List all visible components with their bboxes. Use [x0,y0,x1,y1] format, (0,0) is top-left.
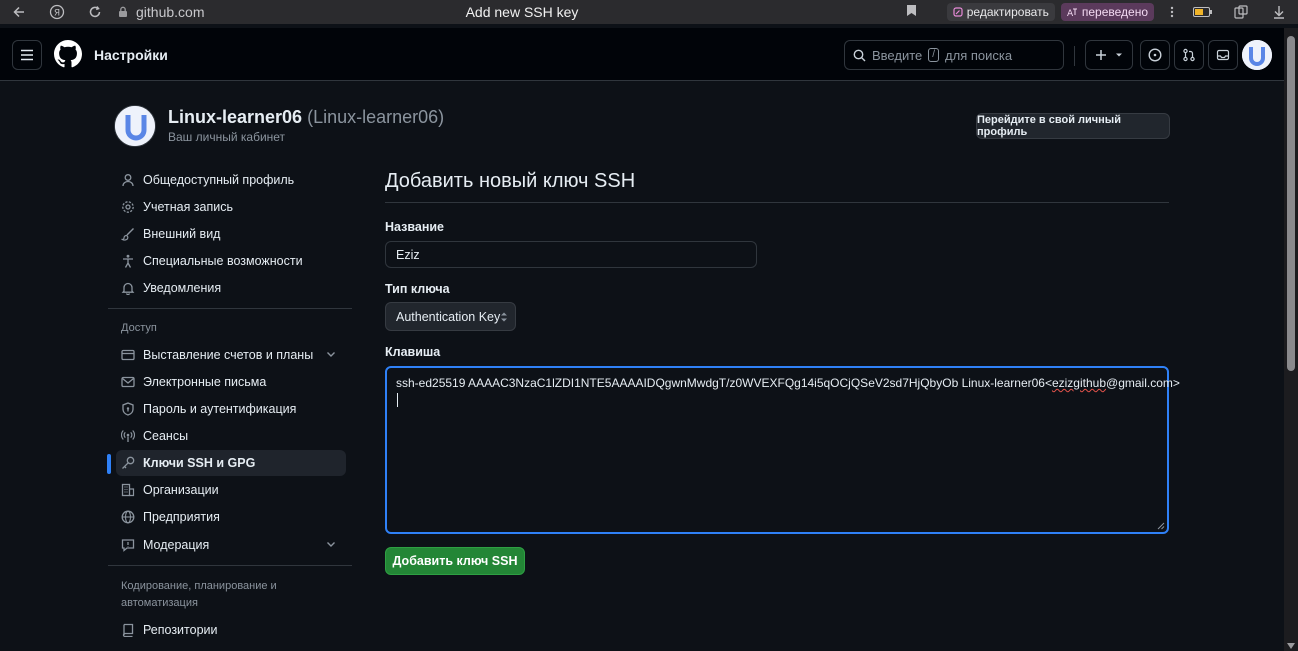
create-new-button[interactable] [1085,40,1133,70]
mail-icon [121,376,135,388]
sidebar-item-account[interactable]: Учетная запись [116,194,346,220]
search-shortcut-key: / [928,48,940,62]
sidebar-item-moderation[interactable]: Модерация [116,532,346,558]
user-avatar[interactable] [1242,40,1272,70]
extensions-icon[interactable] [1222,0,1260,24]
sidebar-item-ssh-gpg-keys[interactable]: Ключи SSH и GPG [116,450,346,476]
page-title: Добавить новый ключ SSH [385,170,636,192]
sidebar-item-password-auth[interactable]: Пароль и аутентификация [116,396,346,422]
url-text: github.com [136,4,205,20]
reload-icon[interactable] [76,0,114,24]
header-divider [1074,46,1075,66]
download-icon[interactable] [1260,0,1298,24]
lock-icon [119,6,127,17]
key-icon [122,456,135,469]
key-type-select[interactable]: Authentication Key [385,302,516,331]
add-ssh-key-button[interactable]: Добавить ключ SSH [385,547,525,575]
git-pull-request-icon [1183,48,1195,62]
sidebar-item-enterprises[interactable]: Предприятия [116,504,346,530]
sidebar-item-accessibility[interactable]: Специальные возможности [116,248,346,274]
sidebar-item-emails[interactable]: Электронные письма [116,369,346,395]
edit-translation-button[interactable]: редактировать [946,3,1055,21]
profile-login: (Linux-learner06) [307,107,445,127]
key-title-input[interactable] [385,241,757,268]
sidebar-divider [108,565,352,566]
sidebar-divider [108,308,352,309]
sidebar-heading-access: Доступ [121,322,157,334]
sidebar-heading-code-automation: Кодирование, планирование и автоматизаци… [121,580,277,609]
scrollbar-thumb[interactable] [1287,36,1295,371]
text-cursor [397,393,398,407]
profile-name[interactable]: Linux-learner06 (Linux-learner06) [168,107,444,128]
key-type-selected-value: Authentication Key [396,309,501,324]
credit-card-icon [121,349,135,361]
inbox-icon [1216,49,1230,61]
sidebar-item-repositories[interactable]: Репозитории [116,617,346,643]
profile-display-name: Linux-learner06 [168,107,303,127]
search-placeholder-suffix: для поиска [945,47,1013,63]
gear-icon [122,201,134,213]
translated-button[interactable]: A переведено [1060,3,1154,21]
sidebar-item-appearance[interactable]: Внешний вид [116,221,346,247]
scroll-down-arrow-icon[interactable] [1287,642,1295,650]
sidebar-item-organizations[interactable]: Организации [116,477,346,503]
organization-icon [121,483,135,497]
menu-button[interactable] [12,40,42,70]
sidebar-item-notifications[interactable]: Уведомления [116,275,346,301]
report-icon [121,539,135,552]
spellcheck-underline-text: ezizgithub [1051,376,1107,390]
inbox-button[interactable] [1208,40,1238,70]
page-scrollbar[interactable] [1284,28,1298,651]
go-to-profile-button[interactable]: Перейдите в свой личный профиль [976,113,1170,139]
github-header: Настройки Введите / для поиска [0,28,1284,81]
bell-icon [121,282,135,295]
paintbrush-icon [121,228,134,241]
sidebar-item-billing[interactable]: Выставление счетов и планы [116,342,346,368]
caret-down-icon [1116,53,1122,57]
resize-handle-icon[interactable] [1157,522,1165,530]
title-field-label: Название [385,220,445,234]
sidebar-item-sessions[interactable]: Сеансы [116,423,346,449]
select-arrows-icon [501,312,507,322]
hamburger-icon [21,49,33,61]
github-logo-icon[interactable] [54,40,82,68]
active-indicator [107,454,111,474]
search-placeholder-prefix: Введите [872,47,923,63]
edit-icon [953,7,963,17]
title-divider [385,202,1169,203]
yandex-icon[interactable]: Я [38,0,76,24]
search-icon [853,49,866,61]
back-arrow-icon[interactable] [0,0,38,24]
key-type-label: Тип ключа [385,282,450,296]
key-text-content: ssh-ed25519 AAAAC3NzaC1lZDI1NTE5AAAAIDQg… [396,376,1180,390]
key-field-label: Клавиша [385,345,441,359]
globe-icon [121,510,135,524]
address-bar[interactable]: github.com [118,0,204,24]
header-context-title[interactable]: Настройки [94,28,168,81]
battery-icon [1184,0,1222,24]
search-input[interactable]: Введите / для поиска [844,40,1064,70]
profile-avatar [114,105,156,147]
pull-requests-button[interactable] [1174,40,1204,70]
svg-text:Я: Я [54,9,60,19]
more-vertical-icon[interactable] [1160,0,1184,24]
profile-subtitle: Ваш личный кабинет [168,130,286,144]
key-textarea[interactable]: ssh-ed25519 AAAAC3NzaC1lZDI1NTE5AAAAIDQg… [385,366,1180,534]
translate-icon: A [1067,8,1077,17]
chevron-down-icon[interactable] [326,349,336,359]
issues-button[interactable] [1140,40,1170,70]
accessibility-icon [123,254,133,268]
bookmark-icon[interactable] [906,4,920,20]
sidebar-item-public-profile[interactable]: Общедоступный профиль [116,167,346,193]
shield-lock-icon [122,402,134,416]
chevron-down-icon[interactable] [326,539,336,549]
plus-icon [1096,50,1106,60]
broadcast-icon [121,430,135,442]
repo-icon [122,623,134,637]
svg-text:A: A [1067,9,1074,17]
issue-opened-icon [1148,48,1162,62]
person-icon [122,174,134,187]
